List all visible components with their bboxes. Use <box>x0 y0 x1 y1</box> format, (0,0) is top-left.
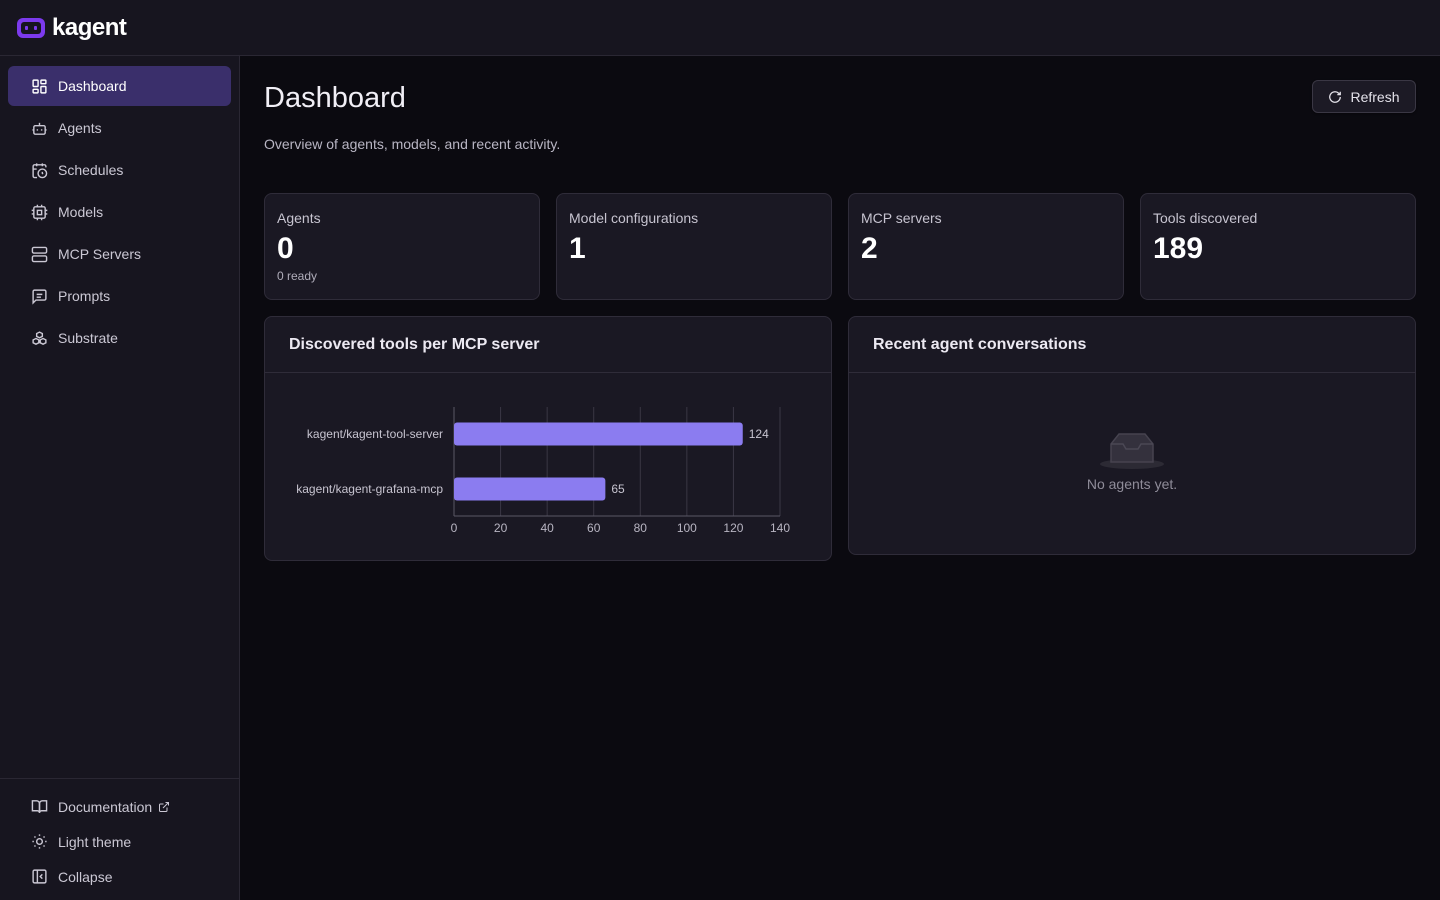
stat-card-tools-discovered: Tools discovered 189 <box>1140 193 1416 300</box>
stat-label: Agents <box>277 210 321 226</box>
bar <box>454 477 606 501</box>
stat-label: MCP servers <box>861 210 942 226</box>
y-tick-label: kagent/kagent-tool-server <box>307 427 443 441</box>
sidebar-item-label: Dashboard <box>58 78 127 94</box>
sidebar-item-label: Substrate <box>58 330 118 346</box>
calendar-clock-icon <box>32 162 48 178</box>
sidebar-item-agents[interactable]: Agents <box>8 108 231 148</box>
stat-card-agents: Agents 0 0 ready <box>264 193 540 300</box>
panel-title: Discovered tools per MCP server <box>265 317 831 373</box>
logo-text: kagent <box>52 13 127 41</box>
documentation-label: Documentation <box>58 798 153 815</box>
book-open-icon <box>31 800 48 814</box>
stat-value: 1 <box>569 232 586 265</box>
x-tick-label: 0 <box>451 521 458 535</box>
empty-state-text: No agents yet. <box>1086 476 1178 492</box>
collapse-label: Collapse <box>58 868 113 885</box>
top-bar: kagent <box>0 0 1440 56</box>
sidebar-item-label: MCP Servers <box>58 246 141 262</box>
refresh-button[interactable]: Refresh <box>1312 80 1416 113</box>
stat-sub: 0 ready <box>277 269 318 283</box>
sidebar-item-models[interactable]: Models <box>8 192 231 232</box>
message-square-icon <box>32 288 47 305</box>
y-tick-label: kagent/kagent-grafana-mcp <box>296 482 443 496</box>
collapse-button[interactable]: Collapse <box>8 859 231 894</box>
stat-card-mcp-servers: MCP servers 2 <box>848 193 1124 300</box>
stat-value: 2 <box>861 232 878 265</box>
x-tick-label: 100 <box>677 521 697 535</box>
sidebar-item-mcp-servers[interactable]: MCP Servers <box>8 234 231 274</box>
sidebar-item-prompts[interactable]: Prompts <box>8 276 231 316</box>
stat-card-model-configurations: Model configurations 1 <box>556 193 832 300</box>
x-tick-label: 40 <box>540 521 554 535</box>
stat-label: Tools discovered <box>1153 210 1258 226</box>
theme-toggle[interactable]: Light theme <box>8 824 231 859</box>
stat-value: 0 <box>277 232 294 265</box>
bot-icon <box>32 122 47 135</box>
sun-icon <box>32 834 47 849</box>
refresh-icon <box>1329 90 1342 103</box>
x-tick-label: 20 <box>494 521 508 535</box>
sidebar: Dashboard Agents Schedules Models MCP Se… <box>0 56 240 900</box>
sidebar-nav: Dashboard Agents Schedules Models MCP Se… <box>0 56 239 370</box>
x-tick-label: 120 <box>723 521 743 535</box>
sidebar-footer: Documentation Light theme Collapse <box>0 778 239 900</box>
sidebar-item-label: Agents <box>58 120 102 136</box>
dashboard-icon <box>32 78 47 94</box>
server-icon <box>31 246 48 262</box>
panel-left-close-icon <box>32 869 47 884</box>
empty-state: No agents yet. <box>849 374 1415 554</box>
documentation-link[interactable]: Documentation <box>8 789 231 824</box>
cpu-icon <box>31 204 48 220</box>
sidebar-item-label: Schedules <box>58 162 124 178</box>
data-label: 65 <box>611 482 625 496</box>
theme-toggle-label: Light theme <box>58 833 132 850</box>
sidebar-item-label: Models <box>58 204 104 220</box>
recent-conversations-panel: Recent agent conversations No agents yet… <box>848 316 1416 555</box>
external-link-icon <box>159 801 170 812</box>
sidebar-item-substrate[interactable]: Substrate <box>8 318 231 358</box>
sidebar-item-schedules[interactable]: Schedules <box>8 150 231 190</box>
x-tick-label: 60 <box>587 521 601 535</box>
logo[interactable]: kagent <box>16 13 127 42</box>
refresh-label: Refresh <box>1350 88 1400 105</box>
bar <box>454 422 743 446</box>
tools-per-server-panel: Discovered tools per MCP server 0 20 40 60 8… <box>264 316 832 561</box>
main-content: Dashboard Overview of agents, models, an… <box>240 56 1440 900</box>
stat-label: Model configurations <box>569 210 699 226</box>
data-label: 124 <box>749 427 769 441</box>
x-tick-label: 140 <box>770 521 790 535</box>
kagent-logo-icon <box>17 17 45 38</box>
panel-title: Recent agent conversations <box>849 317 1415 373</box>
boxes-icon <box>32 330 47 345</box>
x-tick-label: 80 <box>634 521 648 535</box>
page-subtitle: Overview of agents, models, and recent a… <box>264 136 561 152</box>
tools-bar-chart: 0 20 40 60 80 100 120 140 kagent/kagent-tool-ser… <box>296 407 790 535</box>
inbox-icon <box>1100 433 1164 469</box>
sidebar-item-dashboard[interactable]: Dashboard <box>8 66 231 106</box>
sidebar-item-label: Prompts <box>58 288 111 304</box>
page-title: Dashboard <box>264 82 406 114</box>
stat-value: 189 <box>1153 232 1204 265</box>
